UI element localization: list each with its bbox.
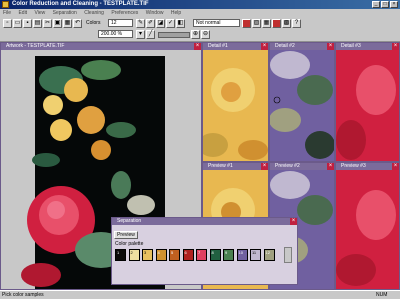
palette-swatch[interactable]: 8 — [209, 249, 221, 261]
toolbar: ▫ ▭ ▪ ▤ ✂ ▣ ▦ ↶ Colors 12 ✎ ✐ ◪ ✓ ◧ Not … — [0, 17, 400, 42]
menu-view[interactable]: View — [34, 10, 45, 16]
detail-1-image — [203, 50, 268, 161]
eyedropper-icon[interactable]: ✐ — [146, 19, 155, 28]
app-icon — [2, 1, 9, 8]
tool-icon[interactable]: ◧ — [176, 19, 185, 28]
mode-select[interactable]: Not normal — [193, 19, 240, 27]
separation-dialog-title: Separation — [112, 218, 297, 225]
menu-file[interactable]: File — [3, 10, 11, 16]
detail-2-close-icon[interactable]: × — [327, 43, 334, 50]
preview-window-3[interactable]: Preview #3 × — [335, 162, 400, 290]
detail-2-title: Detail #2 — [270, 43, 334, 50]
help-icon[interactable]: ? — [292, 19, 301, 28]
palette-swatch[interactable]: 7 — [196, 249, 207, 261]
open-icon[interactable]: ▭ — [13, 19, 22, 28]
zoom-out-icon[interactable]: ⊖ — [201, 30, 210, 39]
colors-label: Colors — [86, 20, 101, 26]
palette-scrollbar[interactable] — [284, 247, 292, 263]
zoom-in-icon[interactable]: ⊕ — [191, 30, 200, 39]
undo-icon[interactable]: ↶ — [73, 19, 82, 28]
title-bar: Color Reduction and Cleaning - TESTPLATE… — [0, 0, 400, 9]
preview-3-image — [336, 170, 399, 289]
palette-swatch[interactable]: 12 — [263, 249, 275, 261]
palette-swatch[interactable]: 4 — [155, 249, 167, 261]
detail-1-canvas[interactable] — [203, 50, 268, 161]
palette-swatch[interactable]: 10 — [236, 249, 248, 261]
save-icon[interactable]: ▪ — [23, 19, 32, 28]
status-text: Pick color samples — [2, 292, 44, 298]
artwork-window-title: Artwork - TESTPLATE.TIF — [1, 43, 201, 50]
detail-1-title: Detail #1 — [203, 43, 268, 50]
palette-swatch[interactable]: 11 — [250, 249, 261, 261]
red-layer-icon[interactable] — [242, 19, 251, 28]
detail-window-1[interactable]: Detail #1 × — [202, 42, 269, 162]
new-icon[interactable]: ▫ — [3, 19, 12, 28]
detail-3-image — [336, 50, 399, 161]
palette-swatch[interactable]: 1 — [115, 249, 126, 261]
print-icon[interactable]: ▤ — [33, 19, 42, 28]
palette-swatch[interactable]: 2 — [128, 249, 140, 261]
copy-icon[interactable]: ▣ — [53, 19, 62, 28]
palette-swatch[interactable]: 5 — [169, 249, 180, 261]
brush-icon[interactable]: ╱ — [146, 30, 155, 39]
menu-cleaning[interactable]: Cleaning — [84, 10, 104, 16]
preview-2-close-icon[interactable]: × — [327, 163, 334, 170]
palette-swatch[interactable]: 6 — [182, 249, 194, 261]
preview-3-title: Preview #3 — [336, 163, 399, 170]
zoom-field[interactable]: 200.00 % — [98, 30, 133, 38]
menu-help[interactable]: Help — [171, 10, 181, 16]
layer-icon[interactable]: ▨ — [252, 19, 261, 28]
detail-2-canvas[interactable] — [270, 50, 334, 161]
menu-edit[interactable]: Edit — [18, 10, 27, 16]
maximize-button[interactable]: □ — [381, 1, 389, 8]
menu-window[interactable]: Window — [146, 10, 164, 16]
separation-close-icon[interactable]: × — [290, 218, 297, 225]
brush-size-slider[interactable] — [158, 32, 190, 38]
preview-3-canvas[interactable] — [336, 170, 399, 289]
menu-preferences[interactable]: Preferences — [111, 10, 138, 16]
detail-window-3[interactable]: Detail #3 × — [335, 42, 400, 162]
preview-1-close-icon[interactable]: × — [261, 163, 268, 170]
detail-3-title: Detail #3 — [336, 43, 399, 50]
pencil-icon[interactable]: ✎ — [136, 19, 145, 28]
menu-bar: File Edit View Separation Cleaning Prefe… — [0, 9, 400, 17]
preview-2-title: Preview #2 — [270, 163, 334, 170]
palette-swatch[interactable]: 3 — [142, 249, 153, 261]
preview-button[interactable]: Preview — [114, 231, 138, 239]
zoom-dropdown-icon[interactable]: ▾ — [136, 30, 145, 39]
detail-window-2[interactable]: Detail #2 × — [269, 42, 335, 162]
preview-1-title: Preview #1 — [203, 163, 268, 170]
detail-3-close-icon[interactable]: × — [392, 43, 399, 50]
minimize-button[interactable]: _ — [372, 1, 380, 8]
menu-separation[interactable]: Separation — [53, 10, 77, 16]
detail-2-image — [270, 50, 334, 161]
paste-icon[interactable]: ▦ — [63, 19, 72, 28]
num-lock-indicator: NUM — [376, 292, 388, 298]
fill-icon[interactable]: ◪ — [156, 19, 165, 28]
separate-icon[interactable] — [272, 19, 281, 28]
preview-3-close-icon[interactable]: × — [392, 163, 399, 170]
palette-swatch[interactable]: 9 — [223, 249, 234, 261]
close-button[interactable]: × — [390, 1, 398, 8]
color-palette-label: Color palette — [115, 241, 144, 247]
status-bar: Pick color samples NUM — [0, 290, 400, 299]
merge-icon[interactable]: ▩ — [282, 19, 291, 28]
detail-3-canvas[interactable] — [336, 50, 399, 161]
app-title: Color Reduction and Cleaning - TESTPLATE… — [12, 1, 149, 7]
colors-count-field[interactable]: 12 — [108, 19, 133, 27]
detail-1-close-icon[interactable]: × — [261, 43, 268, 50]
grid-icon[interactable]: ▦ — [262, 19, 271, 28]
check-icon[interactable]: ✓ — [166, 19, 175, 28]
cut-icon[interactable]: ✂ — [43, 19, 52, 28]
artwork-close-icon[interactable]: × — [194, 43, 201, 50]
